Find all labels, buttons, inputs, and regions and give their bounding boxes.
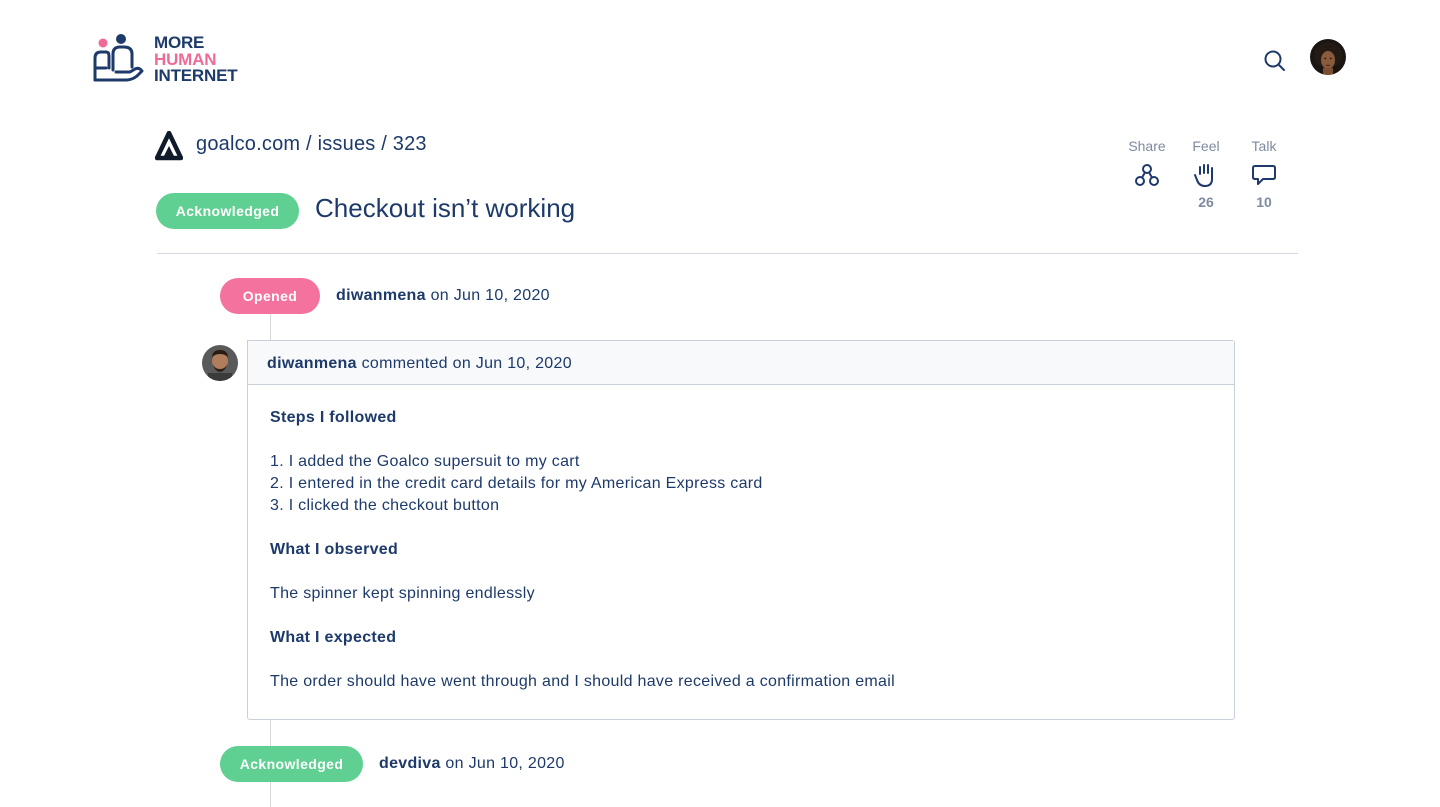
timeline-line	[270, 314, 271, 342]
comment-body: Steps I followed 1. I added the Goalco s…	[248, 385, 1234, 693]
step-item: 3. I clicked the checkout button	[270, 497, 500, 514]
steps-heading: Steps I followed	[270, 409, 397, 426]
feel-count: 26	[1198, 194, 1214, 210]
user-avatar[interactable]	[1310, 39, 1346, 75]
share-button[interactable]: Share	[1122, 138, 1172, 194]
observed-heading: What I observed	[270, 541, 399, 558]
expected-text: The order should have went through and I…	[270, 673, 895, 690]
people-hand-icon	[93, 34, 144, 82]
breadcrumb-issues[interactable]: issues	[318, 133, 376, 155]
talk-label: Talk	[1251, 138, 1277, 154]
acknowledged-badge: Acknowledged	[220, 746, 363, 782]
event-user-link[interactable]: devdiva	[379, 755, 441, 772]
step-item: 2. I entered in the credit card details …	[270, 475, 763, 492]
share-nodes-icon	[1135, 164, 1159, 186]
site-logo-icon	[154, 130, 184, 161]
comment-meta: commented on Jun 10, 2020	[356, 355, 572, 372]
avatar-portrait-icon	[202, 345, 238, 381]
observed-text: The spinner kept spinning endlessly	[270, 585, 535, 602]
brand-logo[interactable]: MORE HUMAN INTERNET	[92, 34, 242, 86]
brand-line-3: INTERNET	[154, 66, 238, 85]
feel-button[interactable]: Feel 26	[1181, 138, 1231, 212]
share-label: Share	[1128, 138, 1166, 154]
search-button[interactable]	[1262, 48, 1288, 74]
step-item: 1. I added the Goalco supersuit to my ca…	[270, 453, 580, 470]
timeline-line	[270, 782, 271, 807]
talk-count: 10	[1256, 194, 1272, 210]
feel-label: Feel	[1192, 138, 1220, 154]
issue-title: Checkout isn’t working	[315, 193, 576, 223]
event-date: on Jun 10, 2020	[425, 287, 550, 304]
commenter-avatar[interactable]	[202, 345, 238, 381]
comment-user-link[interactable]: diwanmena	[267, 355, 357, 372]
breadcrumb-site[interactable]: goalco.com	[196, 133, 300, 155]
hand-icon	[1194, 164, 1213, 187]
expected-heading: What I expected	[270, 629, 397, 646]
talk-button[interactable]: Talk 10	[1239, 138, 1289, 212]
event-user-link[interactable]: diwanmena	[336, 287, 426, 304]
event-date: on Jun 10, 2020	[440, 755, 565, 772]
timeline-line	[270, 718, 271, 746]
avatar-portrait-icon	[1310, 39, 1346, 75]
timeline-event-acknowledged: devdiva on Jun 10, 2020	[379, 755, 565, 773]
status-badge: Acknowledged	[156, 193, 299, 229]
opened-badge: Opened	[220, 278, 320, 314]
breadcrumb-separator: /	[381, 133, 387, 155]
breadcrumb-issue-number: 323	[392, 133, 427, 155]
breadcrumb-separator: /	[306, 133, 312, 155]
timeline-event-opened: diwanmena on Jun 10, 2020	[336, 287, 550, 305]
search-icon	[1264, 50, 1285, 71]
brand-line-1: MORE	[154, 33, 205, 52]
breadcrumb: goalco.com / issues / 323	[196, 133, 427, 156]
speech-bubble-icon	[1252, 165, 1276, 185]
comment-card: diwanmena commented on Jun 10, 2020 Step…	[247, 340, 1235, 720]
comment-header: diwanmena commented on Jun 10, 2020	[248, 341, 1234, 385]
brand-wordmark: MORE HUMAN INTERNET	[154, 33, 238, 85]
brand-line-2: HUMAN	[154, 49, 217, 69]
header-divider	[157, 253, 1298, 254]
